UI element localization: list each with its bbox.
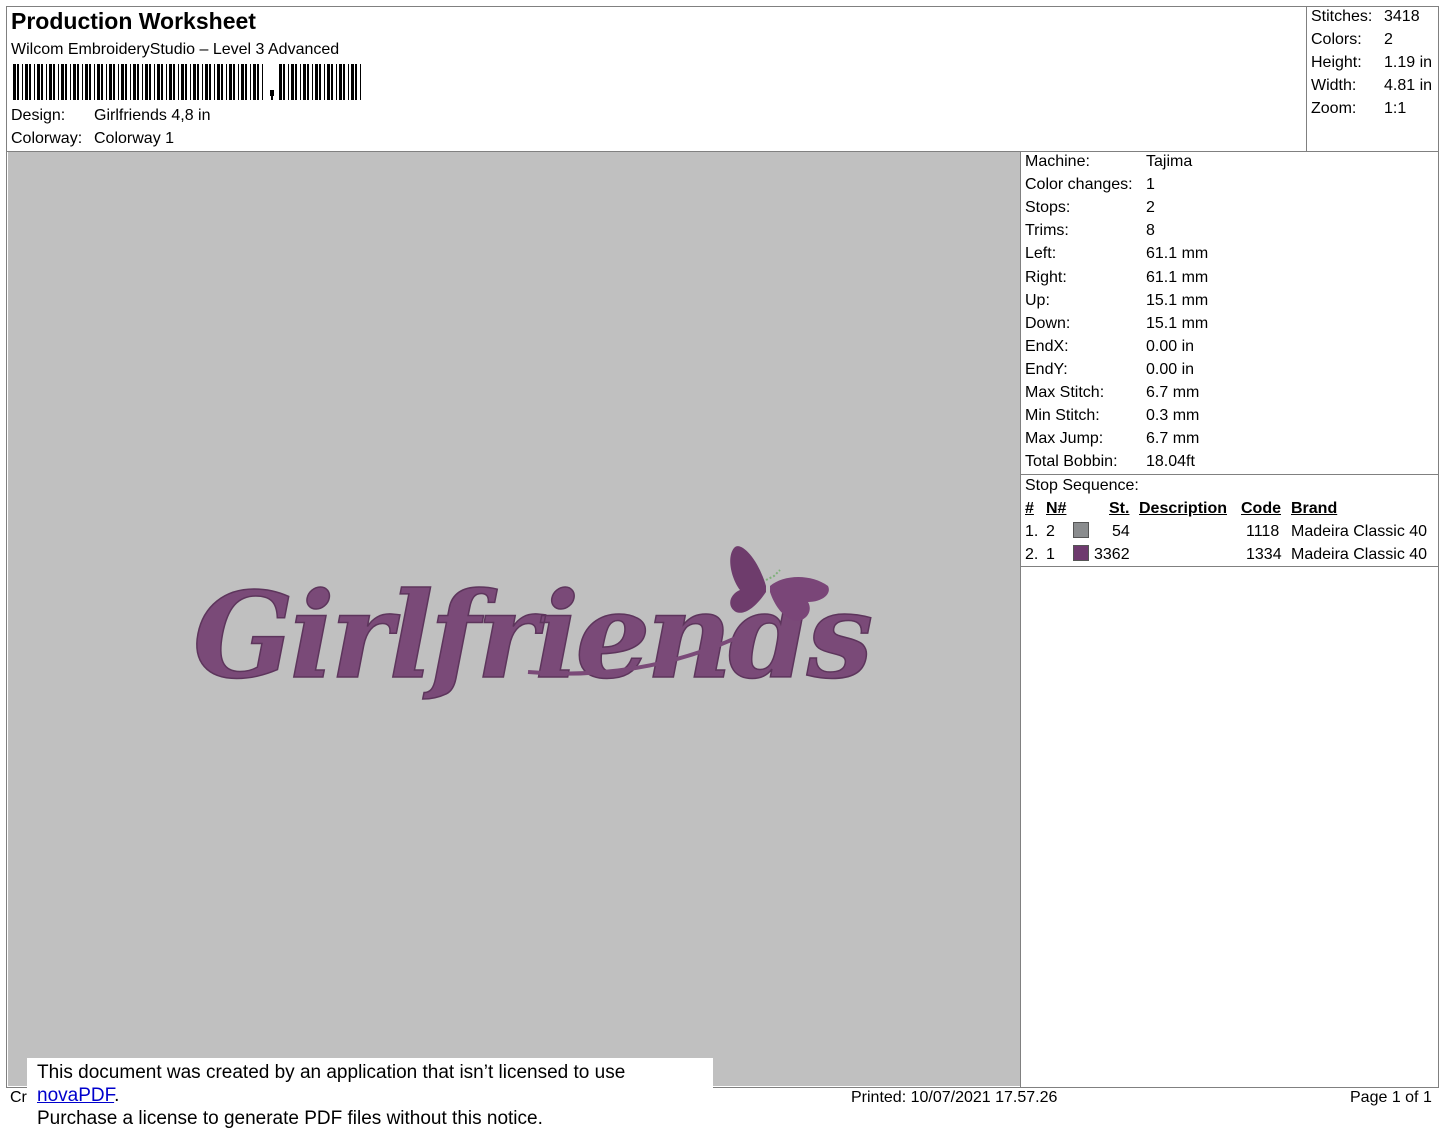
col-code: Code xyxy=(1241,500,1281,517)
col-needle: N# xyxy=(1046,500,1067,517)
summary-divider xyxy=(1306,6,1307,152)
detail-label: Stops: xyxy=(1025,199,1071,217)
detail-value: 61.1 mm xyxy=(1146,245,1209,263)
detail-label: Total Bobbin: xyxy=(1025,453,1118,471)
row-needle: 1 xyxy=(1046,546,1055,563)
detail-label: Trims: xyxy=(1025,222,1069,240)
thread-swatch xyxy=(1073,522,1089,538)
detail-label: Machine: xyxy=(1025,153,1090,170)
row-code: 1118 xyxy=(1246,523,1280,540)
detail-value: 8 xyxy=(1146,222,1155,240)
summary-label: Colors: xyxy=(1311,31,1362,48)
details-bottom xyxy=(1020,474,1439,475)
barcode xyxy=(13,64,361,100)
col-brand: Brand xyxy=(1291,500,1338,517)
row-index: 2. xyxy=(1025,546,1039,563)
summary-label: Stitches: xyxy=(1311,8,1373,25)
detail-label: Right: xyxy=(1025,268,1067,286)
detail-value: 15.1 mm xyxy=(1146,314,1209,332)
row-needle: 2 xyxy=(1046,523,1055,540)
detail-label: Down: xyxy=(1025,314,1071,332)
detail-label: EndY: xyxy=(1025,360,1068,378)
colorway-value: Colorway 1 xyxy=(94,130,175,147)
sequence-bottom xyxy=(1020,566,1439,567)
notice-text: This document was created by an applicat… xyxy=(37,1062,626,1083)
detail-value: 61.1 mm xyxy=(1146,268,1209,286)
row-code: 1334 xyxy=(1246,546,1282,563)
col-stitches: St. xyxy=(1109,500,1130,517)
detail-label: Min Stitch: xyxy=(1025,407,1100,425)
detail-value: 2 xyxy=(1146,199,1155,217)
license-notice: This document was created by an applicat… xyxy=(27,1058,713,1129)
row-stitches: 3362 xyxy=(1094,546,1130,563)
frame-right xyxy=(1438,6,1439,1088)
girlfriends-lettering: Girlfriends xyxy=(193,566,872,705)
frame-left xyxy=(6,6,7,1088)
colorway-label: Colorway: xyxy=(11,130,83,147)
detail-value: 0.3 mm xyxy=(1146,407,1200,425)
summary-label: Zoom: xyxy=(1311,100,1357,117)
panel-divider xyxy=(1020,151,1021,1088)
summary-label: Width: xyxy=(1311,77,1357,94)
detail-label: Max Stitch: xyxy=(1025,384,1105,401)
row-brand: Madeira Classic 40 xyxy=(1291,546,1428,563)
row-stitches: 54 xyxy=(1112,523,1130,540)
frame-top xyxy=(6,6,1439,7)
row-index: 1. xyxy=(1025,523,1039,540)
col-index: # xyxy=(1025,500,1034,517)
summary-value: 2 xyxy=(1384,31,1393,48)
detail-value: Tajima xyxy=(1146,153,1193,170)
detail-value: 15.1 mm xyxy=(1146,291,1209,309)
design-value: Girlfriends 4,8 in xyxy=(94,107,211,124)
notice-line-2: Purchase a license to generate PDF files… xyxy=(37,1108,543,1129)
detail-value: 18.04ft xyxy=(1146,453,1195,471)
detail-label: Max Jump: xyxy=(1025,430,1104,448)
footer-created: Cr xyxy=(10,1089,27,1106)
footer-printed: Printed: 10/07/2021 17.57.26 xyxy=(851,1089,1058,1106)
summary-value: 4.81 in xyxy=(1384,77,1433,94)
detail-label: Color changes: xyxy=(1025,176,1133,194)
summary-value: 1.19 in xyxy=(1384,54,1433,71)
detail-label: EndX: xyxy=(1025,337,1069,355)
page-title: Production Worksheet xyxy=(11,8,256,34)
footer-page: Page 1 of 1 xyxy=(1350,1089,1432,1106)
novapdf-link[interactable]: novaPDF xyxy=(37,1085,114,1106)
stop-sequence-label: Stop Sequence: xyxy=(1025,477,1139,494)
design-artwork: Girlfriends xyxy=(192,546,876,706)
detail-value: 6.7 mm xyxy=(1146,384,1200,401)
detail-value: 0.00 in xyxy=(1146,337,1195,355)
col-description: Description xyxy=(1139,500,1228,517)
detail-value: 1 xyxy=(1146,176,1155,194)
summary-value: 1:1 xyxy=(1384,100,1407,117)
software-name: Wilcom EmbroideryStudio – Level 3 Advanc… xyxy=(11,41,340,58)
summary-value: 3418 xyxy=(1384,8,1420,25)
detail-label: Up: xyxy=(1025,291,1050,309)
design-label: Design: xyxy=(11,107,66,124)
design-preview: Girlfriends xyxy=(8,152,1020,1086)
notice-line-1: This document was created by an applicat… xyxy=(37,1061,703,1107)
summary-label: Height: xyxy=(1311,54,1362,71)
notice-period: . xyxy=(114,1085,120,1106)
detail-value: 6.7 mm xyxy=(1146,430,1200,448)
thread-swatch xyxy=(1073,545,1089,561)
detail-value: 0.00 in xyxy=(1146,360,1195,378)
row-brand: Madeira Classic 40 xyxy=(1291,523,1428,540)
detail-label: Left: xyxy=(1025,245,1057,263)
